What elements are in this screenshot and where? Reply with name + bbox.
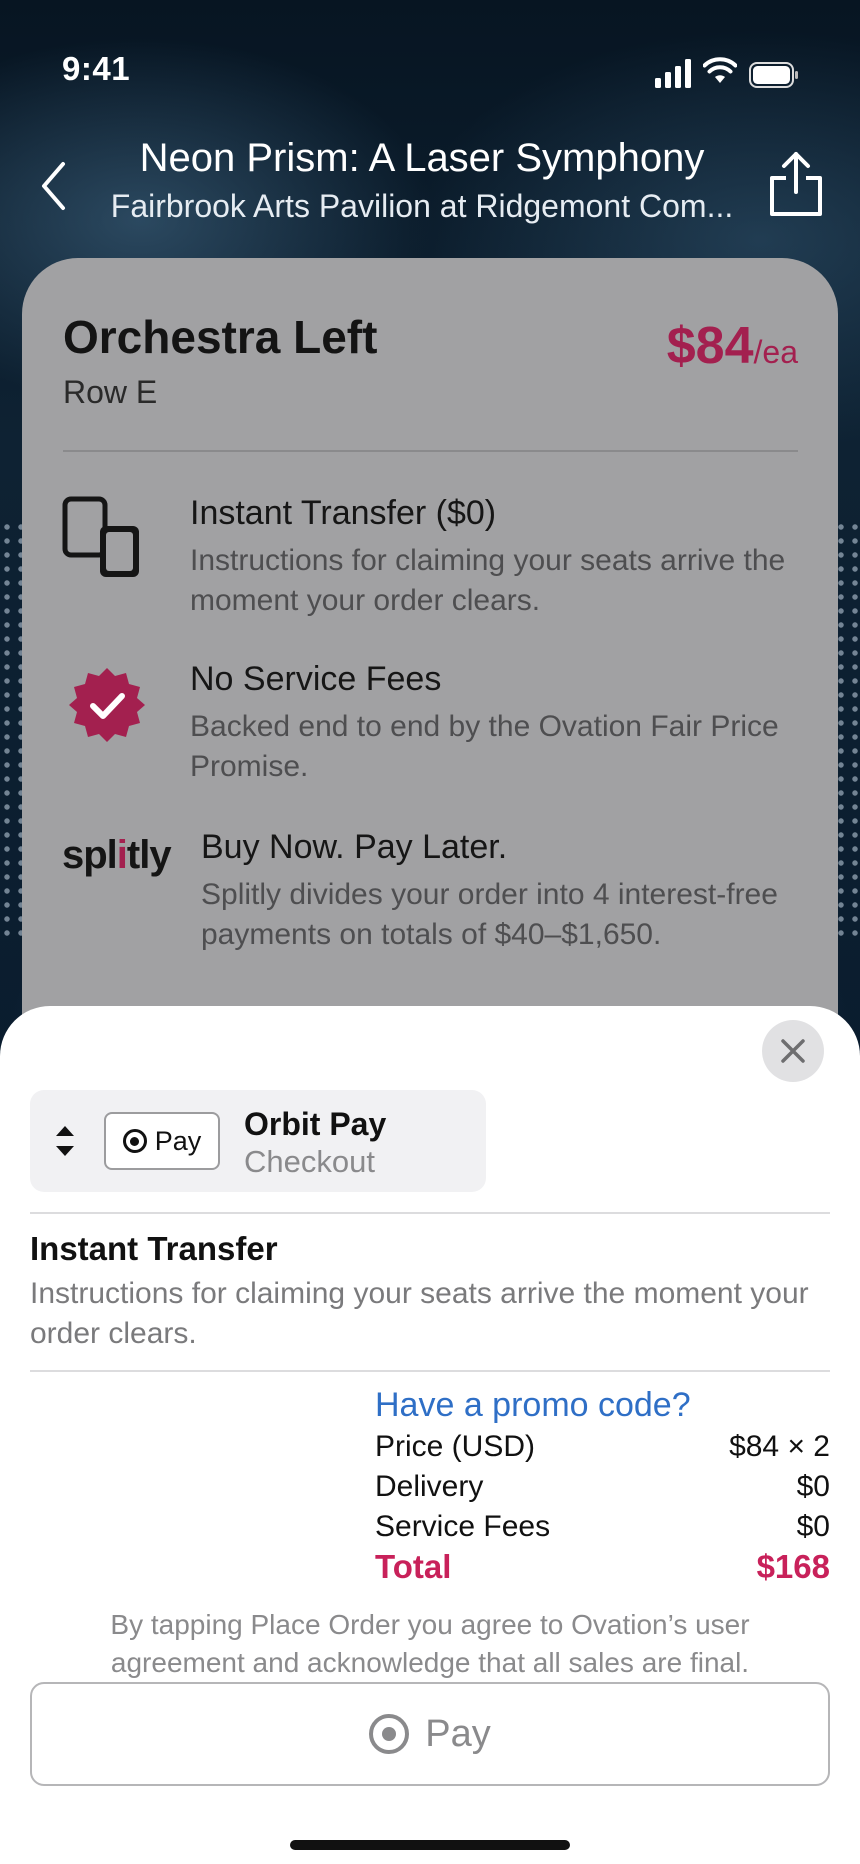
pay-chip-label: Pay — [154, 1125, 202, 1156]
pay-button-label: Pay — [425, 1712, 491, 1755]
home-indicator — [290, 1840, 570, 1850]
promo-code-link[interactable]: Have a promo code? — [375, 1386, 691, 1425]
chevron-left-icon — [42, 162, 65, 210]
summary-value: $84 × 2 — [729, 1430, 830, 1463]
status-bar: 9:41 — [0, 0, 860, 130]
feature-title: Instant Transfer ($0) — [190, 494, 497, 532]
delivery-description: Instructions for claiming your seats arr… — [30, 1277, 809, 1350]
devices-icon — [62, 496, 139, 577]
summary-label: Delivery — [375, 1470, 484, 1503]
summary-row-total: Total $168 — [375, 1548, 830, 1586]
total-label: Total — [375, 1548, 452, 1585]
up-down-chevron-icon — [56, 1126, 74, 1156]
share-button[interactable] — [764, 148, 828, 220]
orbit-pay-logo-icon — [122, 1129, 147, 1153]
verified-badge-icon — [69, 668, 145, 742]
wifi-icon — [703, 57, 737, 83]
feature-description: Splitly divides your order into 4 intere… — [201, 878, 778, 951]
payment-method-name: Orbit Pay — [244, 1106, 387, 1142]
summary-row-delivery: Delivery $0 — [375, 1470, 830, 1504]
ticket-price: $84/ea — [667, 316, 798, 376]
legal-disclaimer: By tapping Place Order you agree to Ovat… — [0, 1606, 860, 1682]
seat-section: Orchestra Left — [63, 311, 378, 363]
feature-instant-transfer: Instant Transfer ($0) Instructions for c… — [190, 494, 838, 621]
summary-label: Service Fees — [375, 1510, 551, 1543]
legal-text: By tapping Place Order you agree to Ovat… — [110, 1609, 750, 1678]
price-unit: /ea — [753, 334, 798, 370]
feature-splitly: Buy Now. Pay Later. Splitly divides your… — [201, 828, 838, 955]
divider — [30, 1370, 830, 1372]
feature-title: No Service Fees — [190, 660, 442, 698]
cellular-signal-icon — [655, 59, 691, 88]
total-value: $168 — [756, 1548, 830, 1585]
summary-label: Price (USD) — [375, 1430, 536, 1463]
summary-row-price: Price (USD) $84 × 2 — [375, 1430, 830, 1464]
feature-description: Backed end to end by the Ovation Fair Pr… — [190, 710, 779, 783]
event-title: Neon Prism: A Laser Symphony — [139, 136, 705, 180]
card-divider — [63, 450, 798, 452]
summary-row-service-fees: Service Fees $0 — [375, 1510, 830, 1544]
listing-card: Orchestra Left Row E $84/ea Instant Tran… — [22, 258, 838, 1038]
feature-no-fees: No Service Fees Backed end to end by the… — [190, 660, 838, 787]
payment-method-selector[interactable]: Pay Orbit Pay Checkout — [30, 1090, 486, 1192]
battery-icon — [749, 62, 798, 88]
share-icon — [770, 152, 822, 216]
pay-button[interactable]: Pay — [30, 1682, 830, 1786]
seat-row: Row E — [63, 374, 158, 410]
checkout-sheet: Pay Orbit Pay Checkout Instant Transfer … — [0, 1006, 860, 1864]
close-icon — [781, 1039, 805, 1063]
orbit-pay-logo-icon — [369, 1714, 410, 1754]
divider — [30, 1212, 830, 1214]
event-venue: Fairbrook Arts Pavilion at Ridgemont Com… — [110, 188, 734, 224]
splitly-logo: splitly — [62, 833, 172, 877]
feature-title: Buy Now. Pay Later. — [201, 828, 508, 866]
summary-value: $0 — [796, 1470, 830, 1503]
feature-description: Instructions for claiming your seats arr… — [190, 544, 786, 617]
summary-value: $0 — [796, 1510, 830, 1543]
orbit-pay-chip: Pay — [104, 1112, 220, 1170]
delivery-title: Instant Transfer — [30, 1230, 278, 1267]
close-button[interactable] — [762, 1020, 824, 1082]
payment-method-subtitle: Checkout — [244, 1144, 375, 1179]
price-amount: $84 — [666, 317, 754, 375]
back-button[interactable] — [30, 150, 80, 220]
status-time: 9:41 — [62, 50, 131, 87]
